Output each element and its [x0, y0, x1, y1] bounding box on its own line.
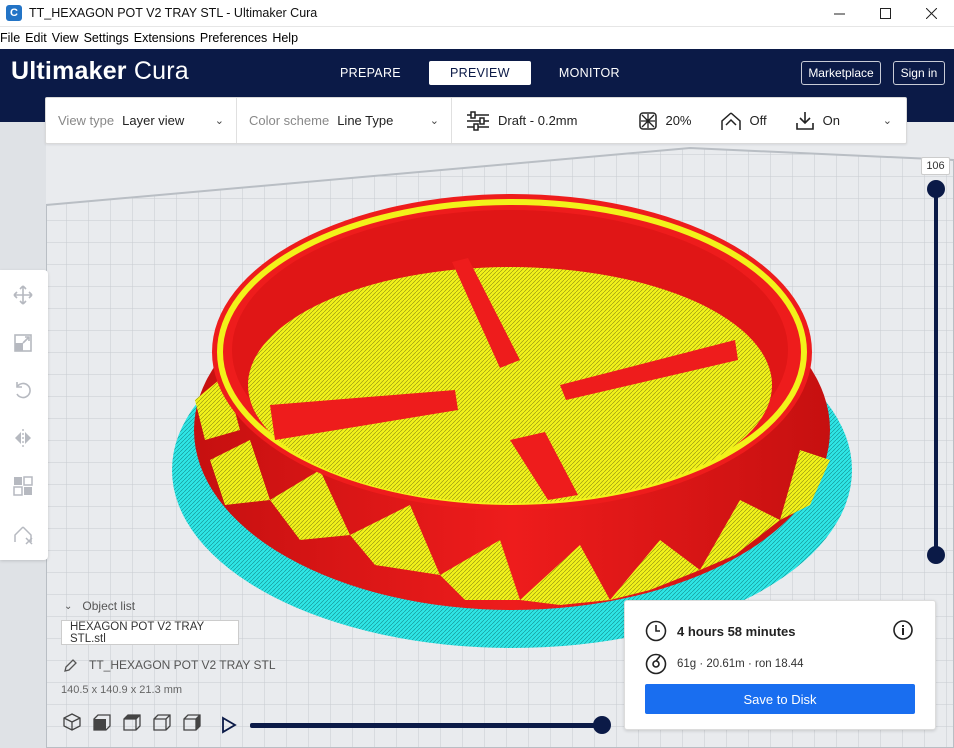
chevron-down-icon: ⌄	[882, 115, 892, 127]
chevron-down-icon: ⌄	[429, 115, 439, 127]
print-settings-selector[interactable]: Draft - 0.2mm 20% Off On ⌄	[452, 98, 906, 143]
object-list-toggle[interactable]: ⌄ Object list	[64, 599, 135, 613]
sliders-icon	[467, 110, 489, 131]
tab-preview[interactable]: PREVIEW	[428, 61, 531, 85]
save-to-disk-button[interactable]: Save to Disk	[645, 684, 915, 714]
support-summary: Off	[720, 111, 767, 131]
view-3d-button[interactable]	[62, 712, 82, 732]
infill-summary: 20%	[639, 111, 692, 130]
move-tool-button[interactable]	[10, 282, 36, 308]
menu-edit[interactable]: Edit	[25, 31, 47, 45]
adhesion-summary: On	[795, 111, 840, 131]
view-top-button[interactable]	[122, 712, 142, 732]
view-3d-icon	[63, 713, 81, 731]
print-details-button[interactable]	[893, 620, 913, 640]
maximize-button[interactable]	[862, 0, 908, 27]
menu-file[interactable]: File	[0, 31, 20, 45]
object-name: TT_HEXAGON POT V2 TRAY STL	[89, 658, 276, 672]
view-right-button[interactable]	[182, 712, 202, 732]
window-title: TT_HEXAGON POT V2 TRAY STL - Ultimaker C…	[29, 6, 318, 20]
transform-tools-panel	[0, 270, 48, 560]
spool-icon	[645, 653, 667, 675]
path-slider-handle[interactable]	[593, 716, 611, 734]
rotate-icon	[16, 382, 31, 399]
maximize-icon	[879, 7, 891, 19]
print-time: 4 hours 58 minutes	[677, 623, 796, 639]
view-right-icon	[183, 714, 201, 731]
window-titlebar: C TT_HEXAGON POT V2 TRAY STL - Ultimaker…	[0, 0, 954, 27]
layer-slider-track[interactable]	[934, 189, 938, 555]
view-left-button[interactable]	[152, 712, 172, 732]
menu-preferences[interactable]: Preferences	[200, 31, 267, 45]
sign-in-button[interactable]: Sign in	[893, 61, 945, 85]
view-type-value: Layer view	[122, 113, 185, 128]
adhesion-value: On	[822, 113, 840, 128]
view-front-button[interactable]	[92, 712, 112, 732]
stage-tabs: PREPARE PREVIEW MONITOR	[322, 61, 638, 85]
object-file-field[interactable]: HEXAGON POT V2 TRAY STL.stl	[61, 620, 239, 645]
menu-view[interactable]: View	[52, 31, 79, 45]
material-usage: 61g · 20.61m · ron 18.44	[677, 658, 804, 670]
mirror-tool-button[interactable]	[10, 425, 36, 451]
chevron-down-icon: ⌄	[64, 600, 73, 612]
view-toolbar: View type Layer view ⌄ Color scheme Line…	[45, 97, 907, 144]
layer-slider-lower-handle[interactable]	[927, 546, 945, 564]
mirror-icon	[15, 429, 31, 447]
support-icon	[720, 111, 741, 130]
support-blocker-button[interactable]	[10, 522, 36, 548]
menu-settings[interactable]: Settings	[84, 31, 129, 45]
per-model-settings-icon	[13, 476, 33, 496]
support-value: Off	[749, 113, 767, 128]
view-left-icon	[153, 714, 171, 731]
object-dimensions: 140.5 x 140.9 x 21.3 mm	[61, 684, 183, 696]
play-icon	[222, 716, 237, 734]
scale-tool-button[interactable]	[10, 330, 36, 356]
play-simulation-button[interactable]	[221, 716, 237, 734]
object-list-header: Object list	[82, 599, 136, 613]
move-icon	[13, 285, 33, 305]
color-scheme-value: Line Type	[337, 113, 394, 128]
infill-value: 20%	[665, 113, 692, 128]
view-top-icon	[123, 714, 141, 731]
info-icon	[893, 620, 913, 640]
menu-extensions[interactable]: Extensions	[134, 31, 195, 45]
minimize-icon	[833, 13, 845, 14]
tab-monitor[interactable]: MONITOR	[541, 61, 638, 85]
infill-icon	[639, 111, 658, 130]
print-information-panel: 4 hours 58 minutes 61g · 20.61m · ron 18…	[624, 600, 936, 730]
per-model-settings-button[interactable]	[10, 473, 36, 499]
menu-help[interactable]: Help	[272, 31, 298, 45]
layer-slider-upper-handle[interactable]	[927, 180, 945, 198]
print-time-row: 4 hours 58 minutes	[645, 620, 795, 642]
view-type-dropdown[interactable]: View type Layer view ⌄	[46, 98, 237, 143]
close-button[interactable]	[908, 0, 954, 27]
material-usage-row: 61g · 20.61m · ron 18.44	[645, 653, 804, 675]
object-name-row[interactable]: TT_HEXAGON POT V2 TRAY STL	[64, 658, 276, 672]
chevron-down-icon: ⌄	[214, 115, 224, 127]
camera-view-buttons	[62, 712, 202, 732]
view-front-icon	[93, 714, 111, 731]
profile-summary: Draft - 0.2mm	[466, 110, 578, 131]
object-list-panel: ⌄ Object list HEXAGON POT V2 TRAY STL.st…	[58, 596, 308, 706]
color-scheme-label: Color scheme	[249, 113, 330, 128]
minimize-button[interactable]	[816, 0, 862, 27]
cura-app-icon: C	[6, 5, 22, 21]
close-icon	[925, 7, 937, 19]
rotate-tool-button[interactable]	[10, 377, 36, 403]
marketplace-button[interactable]: Marketplace	[801, 61, 881, 85]
clock-icon	[645, 620, 667, 642]
profile-value: Draft - 0.2mm	[498, 113, 578, 128]
layer-number-badge[interactable]: 106	[921, 157, 950, 175]
scale-icon	[14, 334, 32, 352]
color-scheme-dropdown[interactable]: Color scheme Line Type ⌄	[237, 98, 452, 143]
tab-prepare[interactable]: PREPARE	[322, 61, 419, 85]
ultimaker-cura-logo: Ultimaker Cura	[11, 57, 189, 85]
view-type-label: View type	[58, 113, 115, 128]
path-slider-track[interactable]	[250, 723, 602, 728]
menu-bar: File Edit View Settings Extensions Prefe…	[0, 27, 954, 49]
pencil-icon	[64, 658, 77, 672]
adhesion-icon	[795, 111, 814, 130]
support-blocker-icon	[14, 526, 33, 545]
